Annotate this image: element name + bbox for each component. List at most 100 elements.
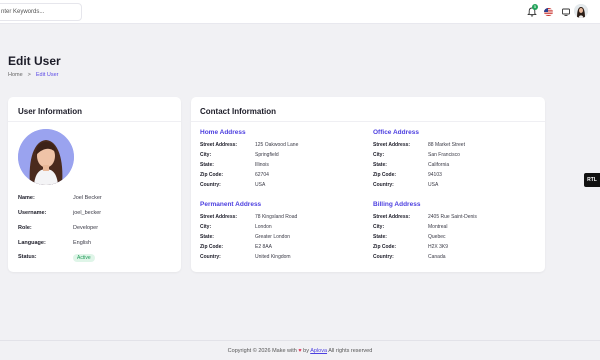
label: City: xyxy=(373,152,385,158)
label: City: xyxy=(200,152,212,158)
us-flag-icon[interactable] xyxy=(544,8,553,16)
value: Developer xyxy=(73,225,99,231)
label: City: xyxy=(200,224,212,230)
address-row: Country: USA xyxy=(373,182,438,188)
address-row: City: Montreal xyxy=(373,224,447,230)
value: E2 8AA xyxy=(255,244,272,250)
label: Street Address: xyxy=(373,214,411,220)
label: Username: xyxy=(18,210,47,216)
contact-information-title: Contact Information xyxy=(200,107,276,116)
value: United Kingdom xyxy=(255,254,291,260)
footer-divider xyxy=(0,340,600,341)
label: Zip Code: xyxy=(200,244,224,250)
label: Street Address: xyxy=(373,142,411,148)
rtl-toggle-button[interactable]: RTL xyxy=(584,173,600,187)
contact-information-card: Contact Information Home Address Street … xyxy=(191,97,545,272)
address-row: Street Address: 88 Market Street xyxy=(373,142,465,148)
footer-rights: All rights reserved xyxy=(328,348,373,354)
value: USA xyxy=(255,182,266,188)
user-information-card: User Information Name: Joel Becker Usern… xyxy=(8,97,181,272)
value: English xyxy=(73,240,92,246)
label: Country: xyxy=(373,254,394,260)
label: Role: xyxy=(18,225,32,231)
breadcrumb: Home > Edit User xyxy=(8,72,59,78)
breadcrumb-home[interactable]: Home xyxy=(8,72,23,78)
address-row: Zip Code: H2X 3K9 xyxy=(373,244,448,250)
label: Street Address: xyxy=(200,214,238,220)
address-row: State: Greater London xyxy=(200,234,290,240)
value: London xyxy=(255,224,272,230)
info-row-role: Role: Developer xyxy=(18,225,98,231)
info-row-language: Language: English xyxy=(18,240,91,246)
label: Zip Code: xyxy=(200,172,224,178)
user-avatar[interactable] xyxy=(574,4,588,18)
address-row: Country: United Kingdom xyxy=(200,254,291,260)
label: Country: xyxy=(200,254,221,260)
label: Status: xyxy=(18,254,37,260)
value: 78 Kingsland Road xyxy=(255,214,298,220)
footer-copyright: Copyright © 2026 Make with xyxy=(227,348,297,354)
home-address-heading: Home Address xyxy=(200,129,246,136)
address-row: Zip Code: 62704 xyxy=(200,172,269,178)
notification-badge: 5 xyxy=(532,4,538,10)
label: City: xyxy=(373,224,385,230)
value: joel_becker xyxy=(73,210,102,216)
footer-brand-link[interactable]: Aplova xyxy=(310,348,327,354)
label: Street Address: xyxy=(200,142,238,148)
info-row-name: Name: Joel Becker xyxy=(18,195,102,201)
footer: Copyright © 2026 Make with ♥ by Aplova A… xyxy=(0,348,600,354)
value: Greater London xyxy=(255,234,291,240)
heart-icon: ♥ xyxy=(298,348,302,354)
divider xyxy=(191,121,545,122)
address-row: City: Springfield xyxy=(200,152,279,158)
breadcrumb-current: Edit User xyxy=(35,72,59,78)
address-row: City: San Francisco xyxy=(373,152,460,158)
value: Illinois xyxy=(255,162,269,168)
value: 88 Market Street xyxy=(428,142,465,148)
value: Joel Becker xyxy=(73,195,102,201)
label: Zip Code: xyxy=(373,172,397,178)
value: Quebec xyxy=(428,234,446,240)
label: State: xyxy=(200,234,214,240)
top-bar: nter Keywords... 5 xyxy=(0,0,600,24)
address-row: State: Quebec xyxy=(373,234,446,240)
value: H2X 3K9 xyxy=(428,244,449,250)
value: California xyxy=(428,162,450,168)
label: State: xyxy=(373,162,387,168)
address-row: Country: Canada xyxy=(373,254,446,260)
billing-address-heading: Billing Address xyxy=(373,201,421,208)
label: Country: xyxy=(373,182,394,188)
office-address-heading: Office Address xyxy=(373,129,419,136)
address-row: Country: USA xyxy=(200,182,265,188)
value: Canada xyxy=(428,254,446,260)
monitor-icon[interactable] xyxy=(560,6,572,18)
value: San Francisco xyxy=(428,152,460,158)
info-row-username: Username: joel_becker xyxy=(18,210,101,216)
label: Language: xyxy=(18,240,46,246)
profile-photo xyxy=(18,129,74,185)
label: Name: xyxy=(18,195,35,201)
address-row: Street Address: 125 Oakwood Lane xyxy=(200,142,298,148)
page-title: Edit User xyxy=(8,54,61,68)
value: USA xyxy=(428,182,439,188)
value: 2405 Rue Saint-Denis xyxy=(428,214,477,220)
label: Country: xyxy=(200,182,221,188)
address-row: State: Illinois xyxy=(200,162,269,168)
value: 125 Oakwood Lane xyxy=(255,142,299,148)
label: State: xyxy=(200,162,214,168)
value: Montreal xyxy=(428,224,448,230)
address-row: City: London xyxy=(200,224,272,230)
address-row: Zip Code: 94103 xyxy=(373,172,442,178)
footer-by: by xyxy=(303,348,309,354)
address-row: Zip Code: E2 8AA xyxy=(200,244,272,250)
value: 94103 xyxy=(428,172,442,178)
user-information-title: User Information xyxy=(18,107,83,116)
address-row: Street Address: 2405 Rue Saint-Denis xyxy=(373,214,477,220)
chevron-right-icon: > xyxy=(27,72,31,78)
value: Springfield xyxy=(255,152,279,158)
address-row: State: California xyxy=(373,162,449,168)
address-row: Street Address: 78 Kingsland Road xyxy=(200,214,297,220)
search-input[interactable]: nter Keywords... xyxy=(0,3,82,21)
info-row-status: Status: Active xyxy=(18,254,95,262)
divider xyxy=(8,121,181,122)
